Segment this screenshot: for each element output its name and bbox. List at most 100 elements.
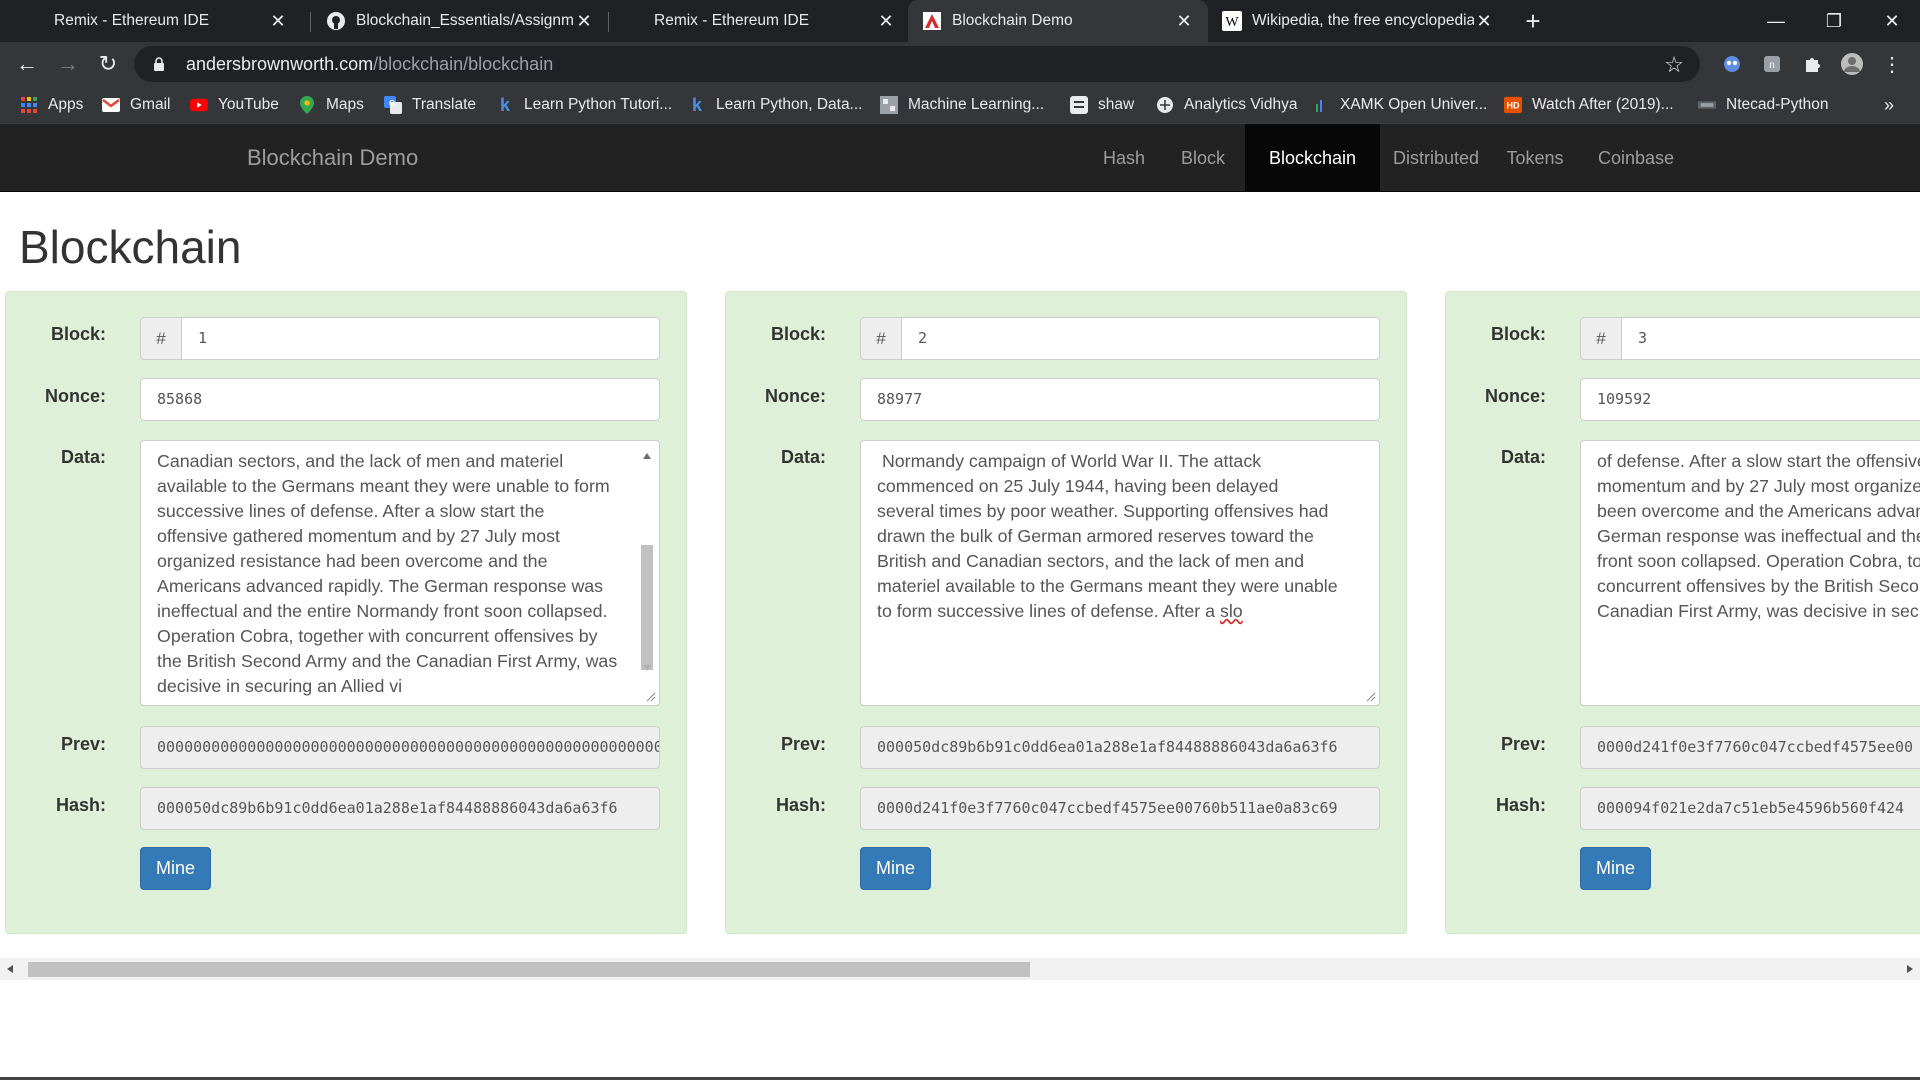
bookmark-maps[interactable]: Maps: [298, 86, 364, 124]
data-text: of defense. After a slow start the offen…: [1597, 451, 1920, 621]
tab-remix-1[interactable]: Remix - Ethereum IDE ✕: [40, 0, 302, 42]
forward-icon[interactable]: →: [52, 48, 84, 80]
bookmark-youtube[interactable]: YouTube: [190, 86, 279, 124]
block-label: Block:: [1490, 324, 1546, 344]
puzzle-icon[interactable]: [1800, 52, 1824, 76]
minimize-icon[interactable]: —: [1748, 0, 1804, 42]
bookmark-shaw[interactable]: shaw: [1070, 86, 1134, 124]
youtube-icon: [190, 96, 208, 114]
bookmark-apps[interactable]: Apps: [20, 86, 83, 124]
hash-label: Hash:: [55, 795, 106, 815]
bookmark-analytics-vidhya[interactable]: Analytics Vidhya: [1156, 86, 1297, 124]
bookmark-learn-python[interactable]: k Learn Python Tutori...: [496, 86, 672, 124]
window-close-icon[interactable]: ✕: [1864, 0, 1920, 42]
nonce-input[interactable]: 88977: [860, 378, 1380, 421]
data-textarea[interactable]: Canadian sectors, and the lack of men an…: [140, 440, 660, 706]
mine-button[interactable]: Mine: [860, 847, 931, 890]
nonce-label: Nonce:: [764, 386, 826, 406]
hash-addon: #: [140, 317, 182, 360]
block-number-input[interactable]: 1: [181, 317, 660, 360]
nonce-label: Nonce:: [44, 386, 106, 406]
nav-distributed[interactable]: Distributed: [1380, 124, 1492, 192]
tab-blockchain-demo[interactable]: Blockchain Demo ✕: [908, 0, 1208, 42]
blockchain-demo-icon: [922, 11, 942, 31]
hd-icon: HD: [1504, 96, 1522, 114]
close-icon[interactable]: ✕: [1174, 11, 1194, 31]
tab-remix-2[interactable]: Remix - Ethereum IDE ✕: [640, 0, 910, 42]
bookmark-ntecad-python[interactable]: Ntecad-Python: [1698, 86, 1829, 124]
bookmark-label: Machine Learning...: [908, 96, 1045, 113]
block-number-input[interactable]: 2: [901, 317, 1380, 360]
nav-coinbase[interactable]: Coinbase: [1584, 124, 1688, 192]
site-brand[interactable]: Blockchain Demo: [247, 124, 418, 192]
bookmark-learn-python-data[interactable]: k Learn Python, Data...: [688, 86, 863, 124]
gmail-icon: [102, 96, 120, 114]
resize-grip-icon[interactable]: [646, 692, 656, 702]
hash-field: 000094f021e2da7c51eb5e4596b560f424: [1580, 787, 1920, 830]
close-icon[interactable]: ✕: [876, 11, 896, 31]
scroll-thumb[interactable]: [28, 962, 1030, 977]
nav-block[interactable]: Block: [1168, 124, 1238, 192]
bookmark-star-icon[interactable]: ☆: [1664, 52, 1684, 78]
block-number-input[interactable]: 3: [1621, 317, 1920, 360]
tab-wikipedia[interactable]: W Wikipedia, the free encyclopedia ✕: [1208, 0, 1508, 42]
horizontal-scrollbar[interactable]: [0, 958, 1920, 980]
back-icon[interactable]: ←: [11, 48, 43, 80]
scroll-left-icon[interactable]: [7, 965, 13, 973]
bookmark-watch-after[interactable]: HD Watch After (2019)...: [1504, 86, 1674, 124]
browser-toolbar: ← → ↻ andersbrownworth.com/blockchain/bl…: [0, 42, 1920, 86]
tab-github[interactable]: Blockchain_Essentials/Assignmen ✕: [312, 0, 608, 42]
new-tab-icon[interactable]: +: [1512, 0, 1554, 42]
hash-addon: #: [860, 317, 902, 360]
resize-grip-icon[interactable]: [1366, 692, 1376, 702]
nav-blockchain[interactable]: Blockchain: [1245, 124, 1380, 192]
nonce-input[interactable]: 109592: [1580, 378, 1920, 421]
analytics-icon: [1156, 96, 1174, 114]
bookmarks-overflow-icon[interactable]: »: [1884, 86, 1894, 124]
bookmark-label: Analytics Vidhya: [1184, 96, 1298, 113]
data-textarea[interactable]: of defense. After a slow start the offen…: [1580, 440, 1920, 706]
reload-icon[interactable]: ↻: [92, 48, 124, 80]
prev-hash-field: 0000d241f0e3f7760c047ccbedf4575ee00: [1580, 726, 1920, 769]
nav-tokens[interactable]: Tokens: [1494, 124, 1576, 192]
block-panel-1: Block: # 1 Nonce: 85868 Data: Canadian s…: [5, 291, 687, 934]
extension-icon[interactable]: [1720, 52, 1744, 76]
hash-field: 000050dc89b6b91c0dd6ea01a288e1af84488886…: [140, 787, 660, 830]
address-bar[interactable]: andersbrownworth.com/blockchain/blockcha…: [134, 46, 1700, 82]
mine-button[interactable]: Mine: [140, 847, 211, 890]
tab-title: Blockchain Demo: [952, 12, 1073, 29]
scroll-up-icon[interactable]: [643, 453, 651, 459]
bookmark-machine-learning[interactable]: Machine Learning...: [880, 86, 1044, 124]
scroll-thumb[interactable]: [641, 545, 653, 670]
close-icon[interactable]: ✕: [1474, 11, 1494, 31]
restore-icon[interactable]: ❐: [1806, 0, 1862, 42]
bookmark-label: shaw: [1098, 96, 1135, 113]
tab-title: Remix - Ethereum IDE: [54, 12, 210, 29]
data-label: Data:: [780, 447, 826, 467]
bookmark-label: Maps: [326, 96, 364, 113]
close-icon[interactable]: ✕: [574, 11, 594, 31]
github-icon: [326, 11, 346, 31]
data-textarea[interactable]: Normandy campaign of World War II. The a…: [860, 440, 1380, 706]
nav-hash[interactable]: Hash: [1090, 124, 1158, 192]
extension-icon[interactable]: n: [1760, 52, 1784, 76]
bookmark-xamk[interactable]: XAMK Open Univer...: [1312, 86, 1487, 124]
scroll-down-icon[interactable]: [643, 665, 651, 671]
more-menu-icon[interactable]: ⋮: [1880, 52, 1904, 76]
xamk-icon: [1312, 96, 1330, 114]
textarea-scrollbar[interactable]: [641, 445, 657, 701]
close-icon[interactable]: ✕: [268, 11, 288, 31]
svg-text:G: G: [389, 99, 395, 108]
bookmark-label: Watch After (2019)...: [1532, 96, 1674, 113]
data-text: Normandy campaign of World War II. The a…: [877, 449, 1339, 624]
nonce-label: Nonce:: [1484, 386, 1546, 406]
mine-button[interactable]: Mine: [1580, 847, 1651, 890]
bookmark-gmail[interactable]: Gmail: [102, 86, 170, 124]
bookmark-translate[interactable]: G Translate: [384, 86, 476, 124]
tab-title: Remix - Ethereum IDE: [654, 12, 810, 29]
profile-avatar-icon[interactable]: [1840, 52, 1864, 76]
bookmark-label: Ntecad-Python: [1726, 96, 1829, 113]
hash-addon: #: [1580, 317, 1622, 360]
nonce-input[interactable]: 85868: [140, 378, 660, 421]
scroll-right-icon[interactable]: [1907, 965, 1913, 973]
